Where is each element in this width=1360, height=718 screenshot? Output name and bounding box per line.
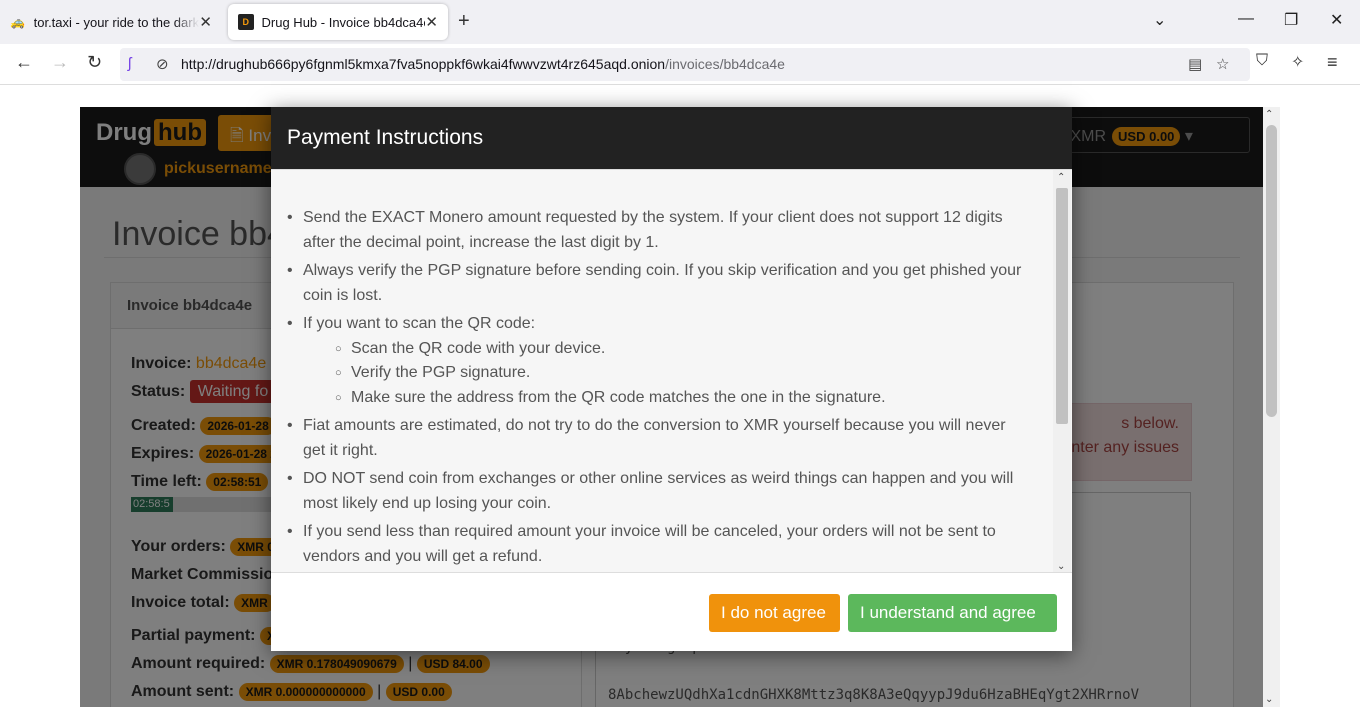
- payment-instructions-modal: Payment Instructions Send the EXACT Mone…: [271, 107, 1072, 651]
- close-tab-icon[interactable]: ✕: [425, 13, 438, 31]
- tab-drughub[interactable]: D Drug Hub - Invoice bb4dca4e ✕: [228, 4, 448, 40]
- modal-body: Send the EXACT Monero amount requested b…: [271, 169, 1072, 573]
- modal-scrollbar[interactable]: ⌃ ⌄: [1053, 170, 1071, 572]
- close-window-icon[interactable]: ✕: [1330, 10, 1343, 30]
- scroll-down-icon[interactable]: ⌄: [1265, 694, 1273, 705]
- tab-list-chevron-icon[interactable]: ⌄: [1153, 10, 1166, 30]
- instruction-list: Send the EXACT Monero amount requested b…: [287, 206, 1027, 572]
- scroll-up-icon[interactable]: ⌃: [1265, 109, 1273, 120]
- page-area: Drughub 🗎 Inv pickusername 0.000 XMRUSD …: [0, 86, 1360, 718]
- instruction-item: If you send less than required amount yo…: [287, 520, 1027, 569]
- bookmark-star-icon[interactable]: ☆: [1216, 55, 1229, 73]
- shield-icon[interactable]: ⛉: [1256, 52, 1268, 70]
- qr-step: Verify the PGP signature.: [303, 361, 1027, 386]
- menu-icon[interactable]: ≡: [1327, 52, 1338, 73]
- tab-tortaxi[interactable]: 🚕 tor.taxi - your ride to the darknet ✕: [0, 4, 222, 40]
- instruction-item: Fiat amounts are estimated, do not try t…: [287, 414, 1027, 463]
- site-favicon: D: [238, 14, 254, 30]
- url-bar[interactable]: ʃ ⊘ http://drughub666py6fgnml5kmxa7fva5n…: [120, 48, 1250, 81]
- instruction-item: DO NOT send coin from exchanges or other…: [287, 467, 1027, 516]
- minimize-icon[interactable]: —: [1238, 10, 1254, 28]
- modal-footer: I do not agree I understand and agree: [271, 573, 1072, 651]
- qr-step: Make sure the address from the QR code m…: [303, 386, 1027, 411]
- new-identity-icon[interactable]: ✧: [1291, 52, 1304, 72]
- taxi-icon: 🚕: [10, 15, 26, 29]
- scroll-up-icon[interactable]: ⌃: [1057, 172, 1065, 183]
- reader-view-icon[interactable]: ▤: [1188, 55, 1202, 73]
- url-text[interactable]: http://drughub666py6fgnml5kmxa7fva5noppk…: [181, 56, 785, 72]
- instruction-item: Always verify the PGP signature before s…: [287, 259, 1027, 308]
- scrollbar-thumb[interactable]: [1266, 125, 1277, 417]
- instruction-item: Send the EXACT Monero amount requested b…: [287, 206, 1027, 255]
- tab-title: Drug Hub - Invoice bb4dca4e: [261, 14, 426, 30]
- page-scrollbar[interactable]: ⌃ ⌄: [1263, 107, 1280, 707]
- qr-steps-list: Scan the QR code with your device. Verif…: [303, 337, 1027, 411]
- maximize-icon[interactable]: ❐: [1284, 10, 1298, 30]
- tor-circuit-icon[interactable]: ʃ: [128, 55, 131, 72]
- scroll-down-icon[interactable]: ⌄: [1057, 561, 1065, 572]
- modal-title: Payment Instructions: [271, 107, 1072, 169]
- instruction-item: If you want to scan the QR code: Scan th…: [287, 312, 1027, 410]
- tab-bar: 🚕 tor.taxi - your ride to the darknet ✕ …: [0, 0, 1360, 44]
- disagree-button[interactable]: I do not agree: [709, 594, 840, 632]
- agree-button[interactable]: I understand and agree: [848, 594, 1057, 632]
- tab-title: tor.taxi - your ride to the darknet: [33, 14, 200, 30]
- nav-bar: ← → ↻ ʃ ⊘ http://drughub666py6fgnml5kmxa…: [0, 44, 1360, 85]
- back-icon[interactable]: ←: [15, 52, 33, 73]
- site-info-icon[interactable]: ⊘: [156, 55, 169, 73]
- close-tab-icon[interactable]: ✕: [199, 13, 212, 31]
- new-tab-icon[interactable]: +: [458, 10, 470, 33]
- reload-icon[interactable]: ↻: [87, 52, 102, 73]
- qr-step: Scan the QR code with your device.: [303, 337, 1027, 362]
- forward-icon[interactable]: →: [51, 52, 69, 73]
- scrollbar-thumb[interactable]: [1056, 188, 1068, 424]
